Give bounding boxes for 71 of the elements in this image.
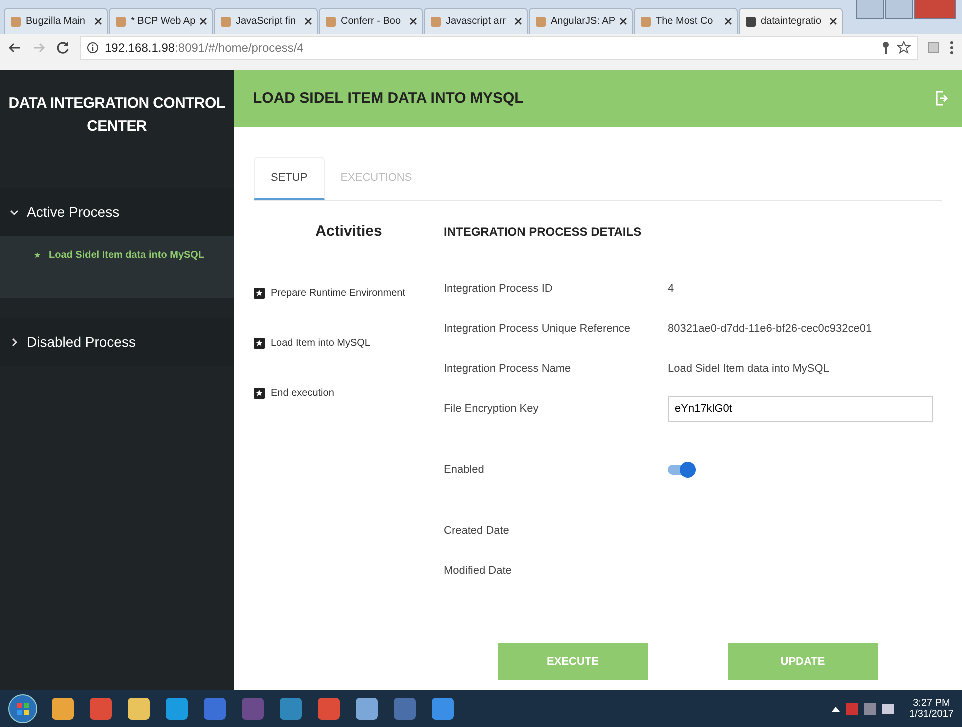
- field-label: Integration Process ID: [444, 283, 554, 295]
- field-label: Integration Process Unique Reference: [444, 323, 632, 335]
- page-icon: [115, 16, 127, 28]
- app-icon[interactable]: [430, 696, 456, 722]
- page-icon: [535, 16, 547, 28]
- close-icon[interactable]: [725, 18, 732, 25]
- close-icon[interactable]: [410, 18, 417, 25]
- window-controls[interactable]: [856, 0, 956, 19]
- field-label: Integration Process Name: [444, 363, 572, 375]
- tab[interactable]: SETUP: [254, 157, 325, 200]
- browser-tab[interactable]: Conferr - Boo: [319, 8, 423, 34]
- app-icon[interactable]: [354, 696, 380, 722]
- info-icon: [87, 42, 99, 54]
- input-field[interactable]: eYn17klG0t: [668, 396, 933, 422]
- page-icon: [220, 16, 232, 28]
- extension-icon[interactable]: [928, 42, 940, 54]
- start-button[interactable]: [8, 694, 38, 724]
- url-text: 192.168.1.98:8091/#/home/process/4: [105, 41, 304, 55]
- app-icon[interactable]: [164, 696, 190, 722]
- clock[interactable]: 3:27 PM 1/31/2017: [910, 698, 954, 720]
- close-icon[interactable]: [830, 18, 837, 25]
- browser-tab[interactable]: The Most Co: [634, 8, 738, 34]
- sidebar-item[interactable]: Load Sidel Item data into MySQL: [0, 236, 234, 298]
- browser-tab[interactable]: dataintegratio: [739, 8, 843, 34]
- star-icon[interactable]: [897, 41, 911, 55]
- app-icon[interactable]: [316, 696, 342, 722]
- key-icon[interactable]: [881, 41, 891, 55]
- address-bar[interactable]: 192.168.1.98:8091/#/home/process/4: [80, 36, 918, 60]
- field-value: Load Sidel Item data into MySQL: [668, 363, 830, 375]
- field-label: Enabled: [444, 464, 486, 476]
- back-icon[interactable]: [8, 41, 22, 55]
- section-title: Activities: [314, 222, 384, 242]
- close-icon[interactable]: [515, 18, 522, 25]
- field-label: File Encryption Key: [444, 403, 540, 415]
- page-icon: [745, 16, 757, 28]
- field-label: Modified Date: [444, 565, 513, 577]
- toggle-switch[interactable]: [668, 465, 694, 475]
- close-icon[interactable]: [200, 18, 207, 25]
- browser-tab[interactable]: Javascript arr: [424, 8, 528, 34]
- close-icon[interactable]: [620, 18, 627, 25]
- chevron-icon: [10, 338, 19, 346]
- field-value: 80321ae0-d7dd-11e6-bf26-cec0c932ce01: [668, 323, 872, 335]
- star-icon: [34, 252, 41, 258]
- reload-icon[interactable]: [56, 41, 70, 55]
- app-icon[interactable]: [88, 696, 114, 722]
- menu-icon[interactable]: [950, 41, 954, 55]
- browser-tab[interactable]: AngularJS: AP: [529, 8, 633, 34]
- app-icon[interactable]: [126, 696, 152, 722]
- close-icon[interactable]: [95, 18, 102, 25]
- app-title: DATA INTEGRATION CONTROL CENTER: [8, 94, 226, 137]
- page-icon: [430, 16, 442, 28]
- field-value: 4: [668, 283, 674, 295]
- star-icon: [254, 288, 265, 298]
- page-title: LOAD SIDEL ITEM DATA INTO MYSQL: [253, 90, 524, 107]
- browser-tab[interactable]: * BCP Web Ap: [109, 8, 213, 34]
- activity-label: Load Item into MySQL: [271, 338, 370, 348]
- star-icon: [254, 338, 265, 348]
- field-label: Created Date: [444, 525, 510, 537]
- app-icon[interactable]: [278, 696, 304, 722]
- section-title: INTEGRATION PROCESS DETAILS: [444, 224, 643, 241]
- page-icon: [10, 16, 22, 28]
- chevron-icon: [10, 208, 19, 216]
- activity-label: End execution: [271, 388, 334, 398]
- browser-tab[interactable]: Bugzilla Main: [4, 8, 108, 34]
- close-icon[interactable]: [305, 18, 312, 25]
- page-icon: [325, 16, 337, 28]
- activity-label: Prepare Runtime Environment: [271, 288, 406, 298]
- browser-tab[interactable]: JavaScript fin: [214, 8, 318, 34]
- star-icon: [254, 388, 265, 398]
- app-icon[interactable]: [50, 696, 76, 722]
- page-icon: [640, 16, 652, 28]
